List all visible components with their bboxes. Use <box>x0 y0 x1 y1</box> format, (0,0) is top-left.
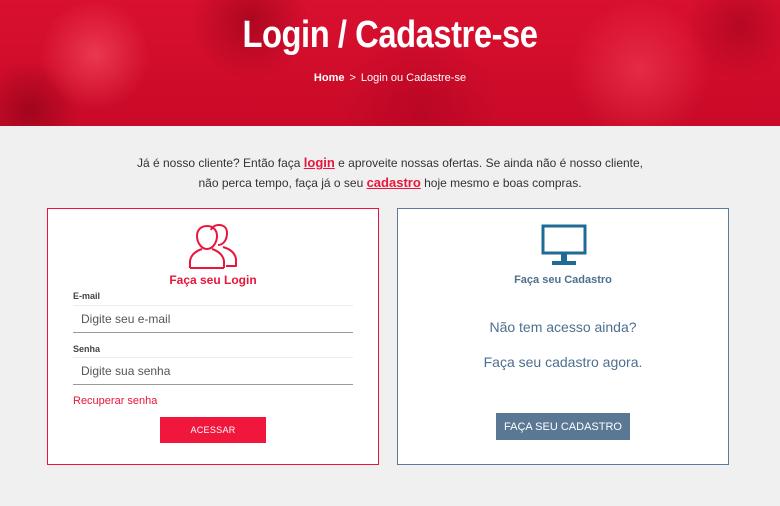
intro-line-1: Já é nosso cliente? Então faça login e a… <box>0 153 780 173</box>
login-link[interactable]: login <box>304 155 335 170</box>
intro-line-1-start: Já é nosso cliente? Então faça <box>136 156 304 170</box>
email-field[interactable] <box>73 305 353 333</box>
login-card: Faça seu Login E-mail Senha Recuperar se… <box>47 208 379 465</box>
register-card: Faça seu Cadastro Não tem acesso ainda? … <box>397 208 729 465</box>
breadcrumb-current: Login ou Cadastre-se <box>360 72 467 84</box>
register-title: Faça seu Cadastro <box>514 274 612 286</box>
password-field[interactable] <box>73 357 353 385</box>
login-title: Faça seu Login <box>169 273 257 287</box>
register-link[interactable]: cadastro <box>367 175 421 190</box>
register-button[interactable]: FAÇA SEU CADASTRO <box>496 413 630 440</box>
recover-password-link[interactable]: Recuperar senha <box>73 395 157 407</box>
breadcrumb-home-link[interactable]: Home <box>314 72 345 84</box>
breadcrumb-separator: > <box>349 72 356 84</box>
intro-text: Já é nosso cliente? Então faça login e a… <box>0 153 780 193</box>
register-question: Não tem acesso ainda? <box>489 319 637 335</box>
intro-line-2: não perca tempo, faça já o seu cadastro … <box>0 173 780 193</box>
email-label: E-mail <box>73 291 101 301</box>
password-label: Senha <box>73 344 101 354</box>
page-hero-banner: Login / Cadastre-se Home > Login ou Cadast… <box>0 0 780 126</box>
intro-line-2-end: hoje mesmo e boas compras. <box>420 176 582 190</box>
monitor-icon <box>541 224 587 265</box>
access-button[interactable]: ACESSAR <box>160 417 266 443</box>
breadcrumb: Home > Login ou Cadastre-se <box>0 72 780 84</box>
intro-line-2-start: não perca tempo, faça já o seu <box>198 176 367 190</box>
users-icon <box>189 224 237 269</box>
register-invitation: Faça seu cadastro agora. <box>483 354 643 370</box>
intro-line-1-end: e aproveite nossas ofertas. Se ainda não… <box>334 156 644 170</box>
page-title: Login / Cadastre-se <box>242 14 538 56</box>
